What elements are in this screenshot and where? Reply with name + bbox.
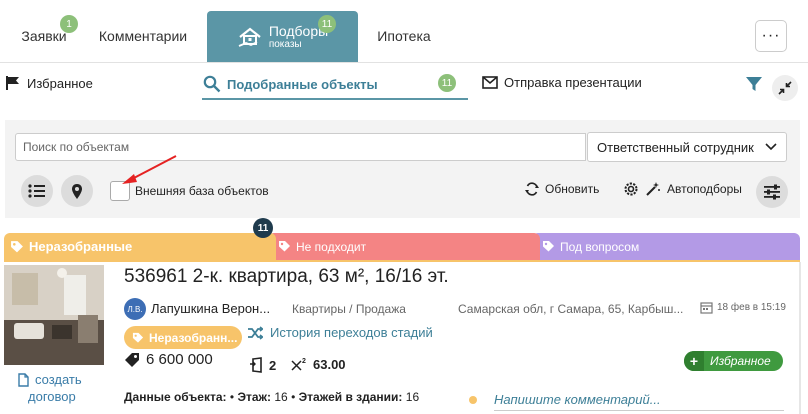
comment-status-dot xyxy=(469,396,477,404)
object-price-value: 6 600 000 xyxy=(146,351,213,368)
object-rooms-value: 2 xyxy=(269,357,277,373)
tab-mortgage[interactable]: Ипотека xyxy=(368,12,440,60)
employee-select-value: Ответственный сотрудник xyxy=(597,139,754,155)
sliders-icon xyxy=(763,184,781,200)
autopick-label: Автоподборы xyxy=(667,182,742,196)
create-contract-line1: создать xyxy=(35,372,82,387)
refresh-icon xyxy=(524,182,540,196)
floors-total-label: Этажей в здании: xyxy=(298,390,403,404)
stage-pill-label: Неразобранн... xyxy=(149,330,238,345)
stage-tab-questionable[interactable]: Под вопросом xyxy=(532,233,800,260)
map-view-button[interactable] xyxy=(61,175,93,207)
tab-mortgage-label: Ипотека xyxy=(377,28,431,44)
object-rooms: 2 xyxy=(249,357,276,373)
tab-selections-sublabel: показы xyxy=(268,38,302,50)
red-arrow-annotation xyxy=(118,153,180,194)
stage-unsorted-label: Неразобранные xyxy=(29,239,133,254)
floor-label: Этаж: xyxy=(237,390,272,404)
refresh-button[interactable]: Обновить xyxy=(524,182,599,196)
door-icon xyxy=(249,357,265,373)
favorites-button-label: Избранное xyxy=(710,354,771,368)
stage-underline xyxy=(4,260,800,262)
gear-icon xyxy=(623,181,639,197)
search-icon xyxy=(203,75,221,93)
details-label: Данные объекта: xyxy=(124,390,227,404)
object-date-text: 18 фев в 15:19 xyxy=(717,302,786,313)
autopick-button[interactable]: Автоподборы xyxy=(623,181,742,197)
stage-tab-not-fit[interactable]: Не подходит xyxy=(268,233,540,260)
subnav-presentation-label: Отправка презентации xyxy=(504,75,642,90)
tag-icon xyxy=(10,240,24,254)
price-tag-icon xyxy=(124,352,140,368)
floor-value: 16 xyxy=(274,390,288,404)
list-icon xyxy=(28,183,46,199)
more-dots-icon: ··· xyxy=(761,27,781,44)
filter-icon[interactable] xyxy=(744,74,764,99)
subnav-presentation[interactable]: Отправка презентации xyxy=(482,75,642,90)
area-squared-icon: 2 xyxy=(290,357,307,372)
flag-icon xyxy=(5,75,21,91)
avatar: Л.В. xyxy=(124,298,146,320)
object-photo[interactable] xyxy=(4,265,104,365)
tab-requests-badge: 1 xyxy=(60,15,78,33)
subnav-favorites[interactable]: Избранное xyxy=(5,75,93,91)
calendar-icon xyxy=(700,301,713,314)
stage-tab-unsorted[interactable]: Неразобранные xyxy=(4,233,276,260)
active-subtab-underline xyxy=(202,98,468,100)
tag-icon xyxy=(542,240,555,253)
magic-wand-icon xyxy=(645,181,661,197)
comment-underline xyxy=(494,410,784,411)
chevron-down-icon xyxy=(765,143,777,151)
stage-history-label: История переходов стадий xyxy=(270,325,433,340)
collapse-button[interactable] xyxy=(772,75,798,101)
create-contract-line2: договор xyxy=(28,389,76,404)
list-view-button[interactable] xyxy=(21,175,53,207)
svg-text:2: 2 xyxy=(302,358,306,365)
tab-selections[interactable]: Подборы показы xyxy=(207,11,358,62)
stage-questionable-label: Под вопросом xyxy=(560,239,640,254)
shuffle-icon xyxy=(247,325,263,340)
add-to-favorites-button[interactable]: + Избранное xyxy=(684,351,783,371)
object-details: Данные объекта: • Этаж: 16 • Этажей в зд… xyxy=(124,390,420,404)
search-input[interactable] xyxy=(15,133,586,161)
stage-not-fit-label: Не подходит xyxy=(296,239,367,254)
subnav-matched-label: Подобранные объекты xyxy=(227,76,378,92)
object-area-value: 63.00 xyxy=(313,357,346,372)
object-type: Квартиры / Продажа xyxy=(292,302,406,316)
settings-button[interactable] xyxy=(756,176,788,208)
subnav-bar xyxy=(0,63,808,113)
refresh-label: Обновить xyxy=(545,182,600,196)
floors-total-value: 16 xyxy=(405,390,420,404)
object-area: 2 63.00 xyxy=(290,357,346,372)
employee-select[interactable]: Ответственный сотрудник xyxy=(587,132,787,162)
envelope-icon xyxy=(482,76,498,89)
object-title[interactable]: 536961 2-к. квартира, 63 м², 16/16 эт. xyxy=(124,266,449,288)
tab-comments-label: Комментарии xyxy=(98,28,188,44)
tag-icon xyxy=(278,240,291,253)
collapse-arrows-icon xyxy=(778,81,792,95)
object-address: Самарская обл, г Самара, 65, Карбыш... xyxy=(458,302,684,316)
more-button[interactable]: ··· xyxy=(755,20,787,52)
subnav-matched-objects[interactable]: Подобранные объекты xyxy=(203,75,378,93)
object-price: 6 600 000 xyxy=(124,351,213,368)
stage-history-link[interactable]: История переходов стадий xyxy=(247,325,433,340)
comment-input[interactable]: Напишите комментарий... xyxy=(494,392,661,407)
document-icon xyxy=(18,372,29,387)
tab-selections-badge: 11 xyxy=(318,15,336,33)
stage-count-badge: 11 xyxy=(253,218,273,238)
subnav-favorites-label: Избранное xyxy=(27,75,93,91)
plus-icon: + xyxy=(684,351,704,371)
tab-requests-label: Заявки xyxy=(21,28,67,44)
tag-icon xyxy=(132,332,144,344)
subnav-matched-badge: 11 xyxy=(438,74,456,92)
tab-comments[interactable]: Комментарии xyxy=(92,12,194,60)
object-date: 18 фев в 15:19 xyxy=(700,301,786,314)
card-right-border xyxy=(799,262,801,414)
agent-name[interactable]: Лапушкина Верон... xyxy=(151,301,270,316)
house-hand-icon xyxy=(237,26,263,48)
stage-pill[interactable]: Неразобранн... xyxy=(124,326,242,349)
map-pin-icon xyxy=(71,183,83,200)
create-contract-link[interactable]: создать договор xyxy=(18,371,82,405)
